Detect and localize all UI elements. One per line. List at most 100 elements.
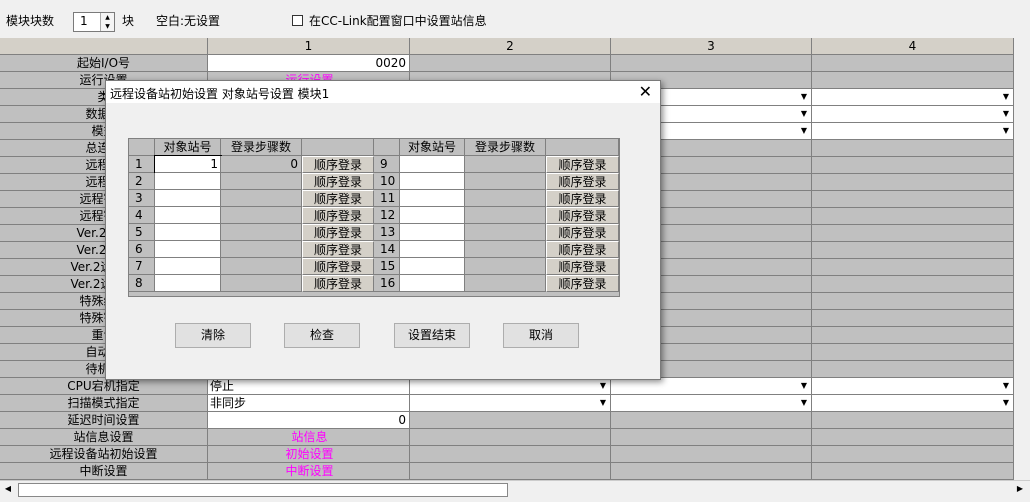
chevron-down-icon[interactable]: ▼ (801, 378, 807, 394)
sequence-register-button[interactable]: 顺序登录 (302, 224, 374, 241)
chevron-down-icon[interactable]: ▼ (1003, 395, 1009, 411)
grid-cell (410, 412, 611, 429)
grid-cell (611, 463, 812, 480)
sequence-register-button[interactable]: 顺序登录 (546, 241, 619, 258)
station-number-input[interactable] (400, 258, 465, 275)
station-number-dialog: 远程设备站初始设置 对象站号设置 模块1 ✕ 对象站号 登录步骤数 对象站号 登录步骤… (105, 80, 661, 380)
chevron-down-icon[interactable]: ▼ (1003, 123, 1009, 139)
left-header-steps: 登录步骤数 (221, 139, 302, 156)
grid-cell (812, 327, 1014, 344)
sequence-register-button[interactable]: 顺序登录 (302, 241, 374, 258)
scrollbar-thumb[interactable] (18, 483, 508, 497)
row-label: 扫描模式指定 (0, 395, 208, 412)
column-header-2: 2 (410, 38, 611, 55)
chevron-down-icon[interactable]: ▼ (1003, 378, 1009, 394)
parameter-dropdown[interactable]: ▼ (611, 395, 812, 412)
sequence-register-button[interactable]: 顺序登录 (302, 156, 374, 173)
cancel-button[interactable]: 取消 (503, 323, 579, 348)
arrow-left-icon[interactable]: ◀ (0, 481, 16, 497)
grid-cell (410, 446, 611, 463)
chevron-down-icon[interactable]: ▼ (600, 395, 606, 411)
cclink-config-label: 在CC-Link配置窗口中设置站信息 (309, 14, 487, 28)
station-number-input[interactable] (155, 173, 221, 190)
station-number-input[interactable] (400, 224, 465, 241)
row-number: 11 (374, 190, 400, 207)
chevron-down-icon[interactable]: ▼ (1003, 106, 1009, 122)
parameter-field[interactable]: 停止 (208, 378, 410, 395)
chevron-down-icon[interactable]: ▼ (801, 123, 807, 139)
cclink-config-checkbox[interactable] (292, 15, 303, 26)
parameter-field[interactable]: 非同步 (208, 395, 410, 412)
close-icon[interactable]: ✕ (639, 82, 652, 101)
chevron-down-icon[interactable]: ▼ (801, 106, 807, 122)
spinner-arrows-icon[interactable]: ▲ ▼ (100, 13, 114, 31)
station-number-input[interactable] (155, 275, 221, 292)
chevron-down-icon[interactable]: ▼ (600, 378, 606, 394)
grid-cell (812, 174, 1014, 191)
row-number: 3 (129, 190, 155, 207)
arrow-right-icon[interactable]: ▶ (1012, 481, 1028, 497)
station-table: 对象站号 登录步骤数 对象站号 登录步骤数 1 1 0 顺序登录 2 顺序登录 3 顺序登录 4 顺序登录… (128, 138, 620, 297)
station-number-input[interactable] (155, 190, 221, 207)
right-header-button (546, 139, 619, 156)
sequence-register-button[interactable]: 顺序登录 (546, 173, 619, 190)
module-count-value: 1 (80, 14, 88, 28)
grid-cell (812, 361, 1014, 378)
sequence-register-button[interactable]: 顺序登录 (546, 224, 619, 241)
setting-link[interactable]: 中断设置 (208, 463, 410, 480)
sequence-register-button[interactable]: 顺序登录 (546, 190, 619, 207)
grid-cell (812, 276, 1014, 293)
sequence-register-button[interactable]: 顺序登录 (302, 275, 374, 292)
grid-cell (611, 446, 812, 463)
station-number-input[interactable] (155, 224, 221, 241)
clear-button[interactable]: 清除 (175, 323, 251, 348)
station-number-input[interactable] (155, 258, 221, 275)
sequence-register-button[interactable]: 顺序登录 (302, 173, 374, 190)
parameter-dropdown[interactable]: ▼ (812, 378, 1014, 395)
station-number-input[interactable] (155, 207, 221, 224)
station-number-input[interactable] (155, 241, 221, 258)
sequence-register-button[interactable]: 顺序登录 (546, 156, 619, 173)
station-number-input[interactable] (400, 207, 465, 224)
sequence-register-button[interactable]: 顺序登录 (546, 275, 619, 292)
station-number-input[interactable]: 1 (154, 155, 222, 174)
module-count-spinner[interactable]: 1 ▲ ▼ (73, 12, 115, 32)
station-number-input[interactable] (400, 275, 465, 292)
station-number-input[interactable] (400, 190, 465, 207)
setting-link[interactable]: 初始设置 (208, 446, 410, 463)
steps-count (221, 224, 302, 241)
sequence-register-button[interactable]: 顺序登录 (302, 190, 374, 207)
steps-count (465, 224, 546, 241)
parameter-dropdown[interactable]: ▼ (812, 106, 1014, 123)
right-header-station: 对象站号 (400, 139, 465, 156)
chevron-down-icon[interactable]: ▼ (801, 395, 807, 411)
parameter-dropdown[interactable]: ▼ (611, 378, 812, 395)
station-number-input[interactable] (400, 156, 465, 173)
steps-count (465, 173, 546, 190)
parameter-dropdown[interactable]: ▼ (812, 89, 1014, 106)
chevron-down-icon[interactable]: ▼ (1003, 89, 1009, 105)
row-number: 5 (129, 224, 155, 241)
sequence-register-button[interactable]: 顺序登录 (302, 207, 374, 224)
row-label: 中断设置 (0, 463, 208, 480)
sequence-register-button[interactable]: 顺序登录 (302, 258, 374, 275)
horizontal-scrollbar[interactable]: ◀ ▶ (0, 480, 1030, 497)
parameter-dropdown[interactable]: ▼ (410, 395, 611, 412)
sequence-register-button[interactable]: 顺序登录 (546, 258, 619, 275)
setting-link[interactable]: 站信息 (208, 429, 410, 446)
grid-cell (812, 429, 1014, 446)
station-number-input[interactable] (400, 173, 465, 190)
grid-cell (812, 208, 1014, 225)
parameter-field[interactable]: 0 (208, 412, 410, 429)
station-number-input[interactable] (400, 241, 465, 258)
parameter-dropdown[interactable]: ▼ (812, 123, 1014, 140)
parameter-dropdown[interactable]: ▼ (812, 395, 1014, 412)
check-button[interactable]: 检查 (284, 323, 360, 348)
steps-count (465, 241, 546, 258)
row-number: 10 (374, 173, 400, 190)
chevron-down-icon[interactable]: ▼ (801, 89, 807, 105)
parameter-dropdown[interactable]: ▼ (410, 378, 611, 395)
finish-button[interactable]: 设置结束 (394, 323, 470, 348)
parameter-field[interactable]: 0020 (208, 55, 410, 72)
sequence-register-button[interactable]: 顺序登录 (546, 207, 619, 224)
